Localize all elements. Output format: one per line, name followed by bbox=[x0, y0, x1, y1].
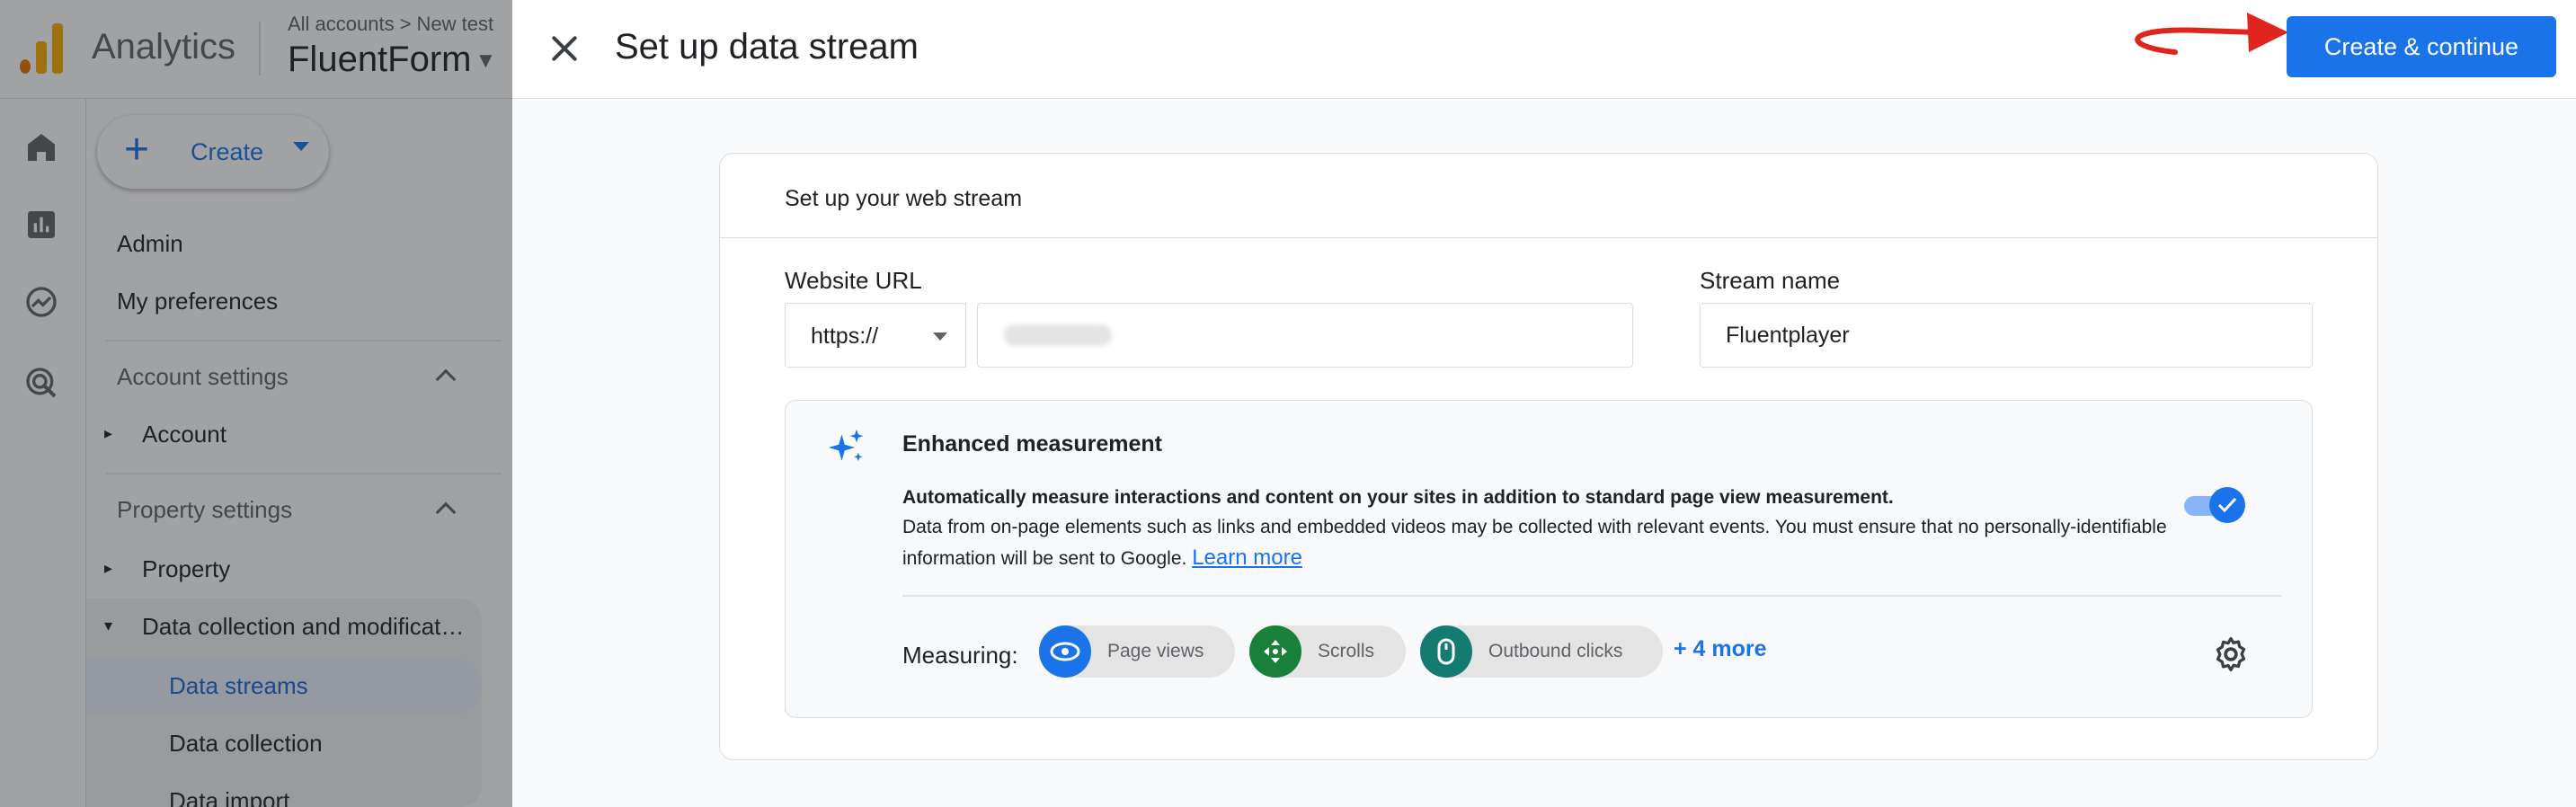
redacted-url bbox=[1004, 324, 1112, 346]
description-text: Data from on-page elements such as links… bbox=[902, 517, 2167, 569]
gear-icon[interactable] bbox=[2211, 634, 2251, 674]
caret-down-icon bbox=[933, 333, 947, 341]
chip-label: Outbound clicks bbox=[1488, 641, 1623, 661]
mouse-icon bbox=[1420, 625, 1472, 678]
learn-more-link[interactable]: Learn more bbox=[1192, 545, 1302, 570]
eye-icon bbox=[1039, 625, 1091, 678]
chip-label: Scrolls bbox=[1318, 641, 1375, 661]
toggle-knob bbox=[2209, 487, 2245, 523]
chip-outbound-clicks: Outbound clicks bbox=[1420, 625, 1663, 678]
web-stream-card: Set up your web stream Website URL https… bbox=[719, 153, 2378, 760]
dialog-header: Set up data stream Create & continue bbox=[512, 0, 2576, 99]
card-header: Set up your web stream bbox=[720, 154, 2377, 238]
enhanced-measurement-description: Data from on-page elements such as links… bbox=[902, 512, 2179, 574]
stream-name-input[interactable] bbox=[1700, 303, 2313, 368]
website-url-field[interactable] bbox=[977, 303, 1633, 368]
dialog-title: Set up data stream bbox=[615, 27, 919, 67]
sparkle-icon bbox=[828, 429, 864, 462]
more-events-link[interactable]: + 4 more bbox=[1674, 636, 1767, 662]
stream-name-label: Stream name bbox=[1700, 267, 1841, 294]
enhanced-measurement-summary: Automatically measure interactions and c… bbox=[902, 487, 1894, 508]
close-icon[interactable] bbox=[546, 31, 582, 67]
chip-label: Page views bbox=[1107, 641, 1204, 661]
scroll-icon bbox=[1249, 625, 1301, 678]
measuring-label: Measuring: bbox=[902, 642, 1018, 669]
enhanced-measurement-toggle[interactable] bbox=[2184, 487, 2245, 523]
website-url-label: Website URL bbox=[785, 267, 922, 294]
panel-divider bbox=[902, 595, 2281, 597]
checkmark-icon bbox=[2217, 497, 2237, 513]
chip-scrolls: Scrolls bbox=[1249, 625, 1406, 678]
protocol-select[interactable]: https:// bbox=[785, 303, 966, 368]
create-and-continue-button[interactable]: Create & continue bbox=[2287, 16, 2556, 77]
card-title: Set up your web stream bbox=[785, 186, 1023, 211]
enhanced-measurement-panel: Enhanced measurement Automatically measu… bbox=[785, 400, 2313, 718]
chip-page-views: Page views bbox=[1039, 625, 1235, 678]
enhanced-measurement-title: Enhanced measurement bbox=[902, 431, 1162, 457]
annotation-arrow-icon bbox=[2135, 13, 2288, 55]
setup-data-stream-dialog: Set up data stream Create & continue Set… bbox=[512, 0, 2576, 807]
protocol-value: https:// bbox=[811, 324, 879, 349]
